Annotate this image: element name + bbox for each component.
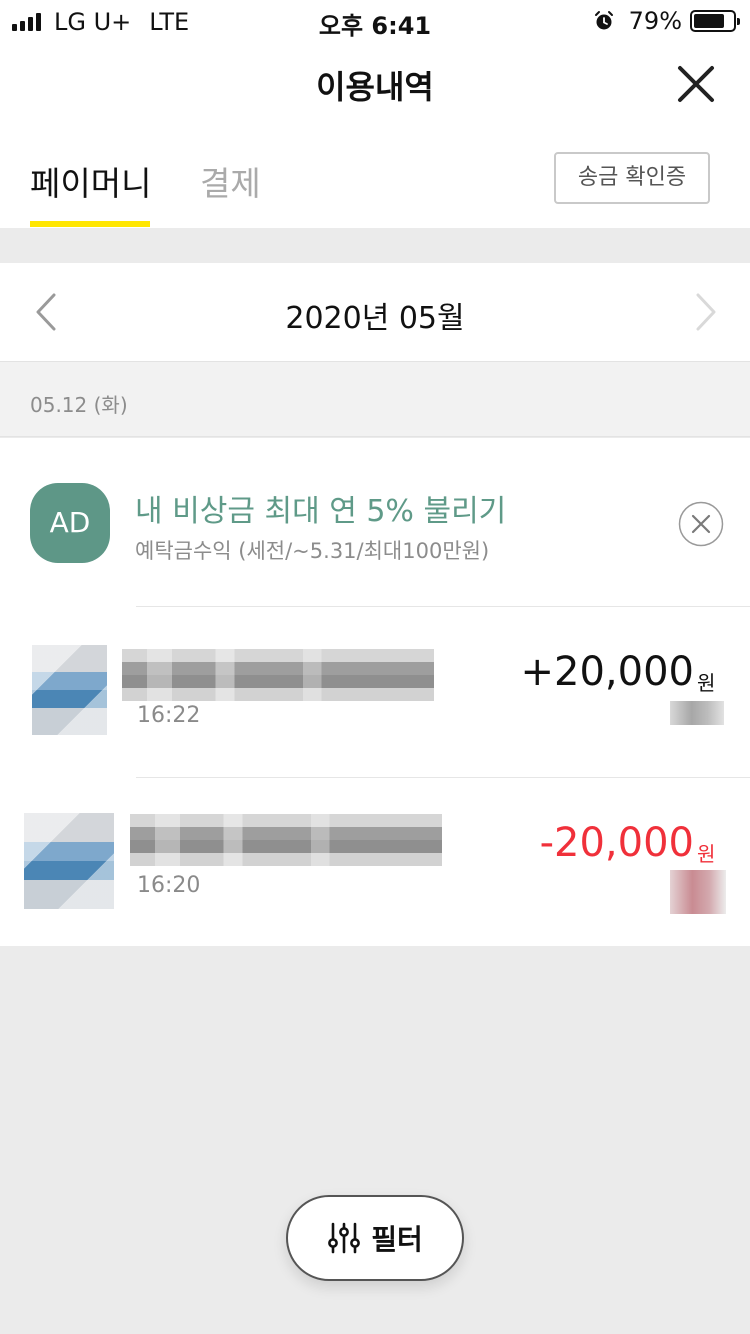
tab-paymoney[interactable]: 페이머니 (30, 157, 151, 205)
ad-subtitle: 예탁금수익 (세전/~5.31/최대100만원) (135, 539, 490, 563)
month-selector: 2020년 05월 (0, 263, 750, 361)
transaction-unit: 원 (697, 671, 716, 695)
top-section: LG U+ LTE 오후 6:41 79% 이용내역 페이머니 결제 송금 확인… (0, 0, 750, 228)
transaction-row[interactable]: 16:22 +20,000 원 (0, 607, 750, 777)
transaction-amount: -20,000 (539, 820, 694, 866)
ad-badge: AD (30, 483, 110, 563)
transaction-time: 16:20 (137, 873, 201, 898)
date-label: 05.12 (화) (30, 393, 128, 417)
battery-percent: 79% (628, 7, 682, 35)
transaction-balance-redacted (670, 701, 724, 725)
active-tab-indicator (30, 221, 150, 227)
battery-icon (690, 10, 740, 32)
transaction-name-redacted (122, 649, 434, 701)
transaction-name-redacted (130, 814, 442, 866)
transaction-time: 16:22 (137, 703, 201, 728)
alarm-icon (594, 11, 613, 30)
chevron-right-icon[interactable] (688, 291, 724, 333)
transaction-row[interactable]: 16:20 -20,000 원 (0, 778, 750, 948)
status-bar: LG U+ LTE 오후 6:41 79% (0, 0, 750, 40)
date-group-header: 05.12 (화) (0, 361, 750, 437)
transaction-list: AD 내 비상금 최대 연 5% 불리기 예탁금수익 (세전/~5.31/최대1… (0, 438, 750, 946)
transfer-receipt-button[interactable]: 송금 확인증 (554, 152, 710, 204)
filter-sliders-icon (328, 1222, 361, 1254)
transaction-avatar (24, 813, 114, 909)
transaction-amount: +20,000 (520, 649, 694, 695)
tab-payment[interactable]: 결제 (200, 157, 261, 205)
transaction-unit: 원 (697, 842, 716, 866)
close-circle-icon[interactable] (678, 501, 724, 547)
month-label: 2020년 05월 (285, 301, 465, 336)
battery-fill (694, 14, 725, 28)
filter-label: 필터 (371, 1223, 423, 1256)
close-icon[interactable] (672, 60, 720, 108)
page-title: 이용내역 (316, 68, 434, 106)
transaction-avatar (32, 645, 107, 735)
filter-button[interactable]: 필터 (286, 1195, 464, 1281)
status-right: 79% (593, 7, 740, 35)
ad-title[interactable]: 내 비상금 최대 연 5% 불리기 (135, 486, 506, 530)
transaction-balance-redacted (670, 870, 726, 914)
